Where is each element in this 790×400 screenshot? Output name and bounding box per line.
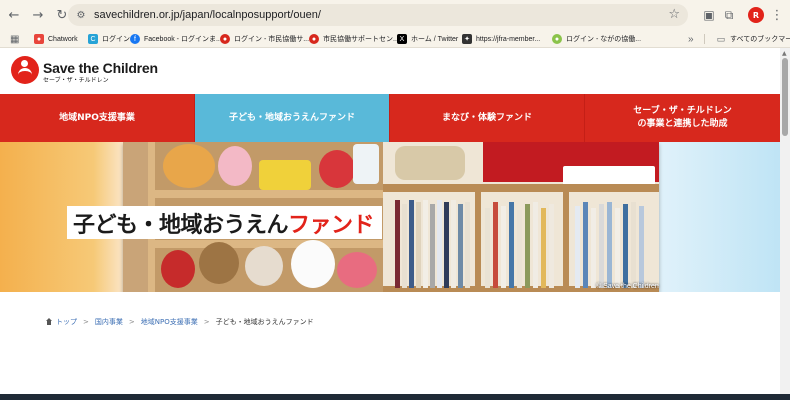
- bookmark-favicon-icon: ●: [34, 34, 44, 44]
- breadcrumb-separator: >: [83, 318, 89, 326]
- hero-title-text: 子ども・地域おうえん: [73, 212, 289, 238]
- bookmark-item[interactable]: ● ログイン - 市民協働サ...: [220, 33, 309, 45]
- breadcrumb-separator: >: [128, 318, 135, 326]
- all-bookmarks-button[interactable]: ▭ すべてのブックマーク: [716, 33, 790, 45]
- bookmark-item[interactable]: ● Chatwork: [34, 33, 78, 45]
- bookmark-favicon-icon: ✦: [462, 34, 472, 44]
- bookmark-item[interactable]: C ログイン: [88, 33, 130, 45]
- bookmark-label: https://jfra-member...: [476, 35, 541, 43]
- nav-item-partnership-grants[interactable]: セーブ・ザ・チルドレン の事業と連携した助成: [585, 94, 780, 142]
- hero-banner: 子ども・地域おうえん ファンド © Save the Children: [0, 142, 780, 292]
- page-scrollbar[interactable]: ▲: [780, 48, 790, 394]
- site-header: Save the Children セーブ・ザ・チルドレン: [0, 48, 780, 94]
- bookmark-item[interactable]: X ホーム / Twitter: [397, 33, 458, 45]
- apps-grid-icon[interactable]: ▦: [10, 33, 22, 45]
- url-text: savechildren.or.jp/japan/localnposupport…: [94, 9, 321, 21]
- bookmark-label: Chatwork: [48, 35, 78, 43]
- scroll-up-arrow-icon[interactable]: ▲: [782, 50, 787, 57]
- main-navigation: 地域NPO支援事業 子ども・地域おうえんファンド まなび・体験ファンド セーブ・…: [0, 94, 780, 142]
- bookmark-item[interactable]: f Facebook - ログインま...: [130, 33, 222, 45]
- bookmark-star-icon[interactable]: ☆: [668, 7, 680, 22]
- bookmark-favicon-icon: f: [130, 34, 140, 44]
- more-bookmarks-icon[interactable]: »: [688, 33, 694, 45]
- breadcrumb-separator: >: [203, 318, 210, 326]
- site-settings-icon[interactable]: ⚙: [73, 7, 89, 23]
- browser-toolbar: ← → ↻ ⚙ savechildren.or.jp/japan/localnp…: [0, 0, 790, 30]
- extensions-puzzle-icon[interactable]: ⧉: [720, 5, 738, 25]
- os-taskbar: [0, 394, 790, 400]
- bookmark-label: 市民協働サポートセン...: [323, 36, 399, 43]
- bookmarks-bar: ▦ ● Chatwork C ログイン f Facebook - ログインま..…: [0, 30, 790, 48]
- hero-title-accent: ファンド: [288, 212, 375, 238]
- back-arrow-icon[interactable]: ←: [3, 4, 25, 26]
- nav-item-children-community-fund[interactable]: 子ども・地域おうえんファンド: [195, 94, 390, 142]
- bookmark-label: ログイン - ながの協働...: [566, 36, 642, 43]
- folder-icon: ▭: [716, 33, 726, 44]
- bookmark-item[interactable]: ✦ https://jfra-member...: [462, 33, 540, 45]
- home-icon: [45, 318, 53, 326]
- bookmark-item[interactable]: ● 市民協働サポートセン...: [309, 33, 399, 45]
- breadcrumb: トップ > 国内事業 > 地域NPO支援事業 > 子ども・地域おうえんファンド: [45, 317, 314, 327]
- forward-arrow-icon[interactable]: →: [27, 4, 49, 26]
- bookmark-label: ホーム / Twitter: [411, 36, 459, 43]
- save-the-children-logo-icon: [11, 56, 39, 84]
- breadcrumb-npo-support-link[interactable]: 地域NPO支援事業: [141, 317, 198, 327]
- address-bar[interactable]: ⚙ savechildren.or.jp/japan/localnposuppo…: [68, 4, 688, 26]
- nav-item-local-npo-support[interactable]: 地域NPO支援事業: [0, 94, 195, 142]
- breadcrumb-current: 子ども・地域おうえんファンド: [215, 318, 314, 326]
- bookmark-label: ログイン: [102, 36, 130, 43]
- bookmark-label: ログイン - 市民協働サ...: [234, 36, 310, 43]
- bookmark-favicon-icon: X: [397, 34, 407, 44]
- bookmark-favicon-icon: ●: [552, 34, 562, 44]
- all-bookmarks-label: すべてのブックマーク: [730, 36, 790, 43]
- bookmark-label: Facebook - ログインま...: [144, 36, 222, 43]
- photo-credit: © Save the Children: [596, 283, 659, 290]
- site-logo[interactable]: Save the Children セーブ・ザ・チルドレン: [11, 56, 158, 85]
- bookmark-item[interactable]: ● ログイン - ながの協働...: [552, 33, 641, 45]
- logo-subtitle: セーブ・ザ・チルドレン: [43, 77, 109, 84]
- bookmark-favicon-icon: C: [88, 34, 98, 44]
- browser-menu-icon[interactable]: ⋮: [770, 5, 784, 25]
- breadcrumb-domestic-link[interactable]: 国内事業: [95, 317, 123, 327]
- logo-name: Save the Children: [43, 60, 158, 76]
- nav-item-learning-experience-fund[interactable]: まなび・体験ファンド: [390, 94, 585, 142]
- hero-title: 子ども・地域おうえん ファンド: [67, 206, 383, 239]
- profile-avatar[interactable]: R: [748, 7, 764, 23]
- scrollbar-thumb[interactable]: [782, 58, 788, 136]
- extension-icon[interactable]: ▣: [700, 5, 718, 25]
- bookmarks-divider: [704, 34, 705, 44]
- bookmark-favicon-icon: ●: [220, 34, 230, 44]
- breadcrumb-top-link[interactable]: トップ: [56, 317, 77, 327]
- bookmark-favicon-icon: ●: [309, 34, 319, 44]
